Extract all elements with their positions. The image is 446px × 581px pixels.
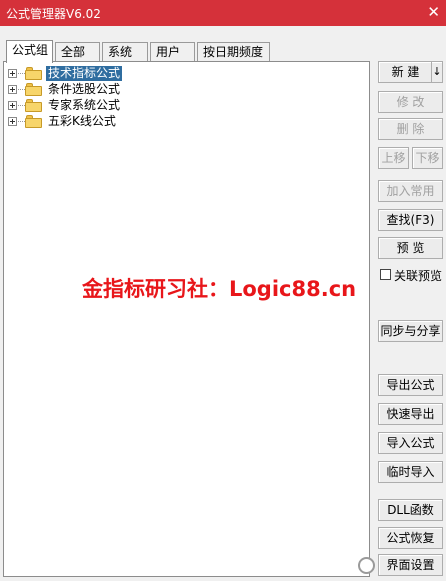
ui-settings-button[interactable]: 界面设置 [378,554,443,576]
logo-icon [358,557,375,574]
delete-button[interactable]: 删 除 [378,118,443,140]
tab-all[interactable]: 全部 [55,42,100,62]
linked-preview-checkbox[interactable] [380,269,391,280]
new-dropdown-arrow-icon[interactable]: ↓ [431,62,442,82]
move-up-button[interactable]: 上移 [378,147,409,169]
watermark-logo [358,556,378,576]
tab-by-date-frequency[interactable]: 按日期频度 [197,42,270,62]
formula-tree[interactable]: 技术指标公式 条件选股公式 专家系统公式 五彩K线公式 [3,61,370,577]
expand-icon[interactable] [8,85,17,94]
import-formula-button[interactable]: 导入公式 [378,432,443,454]
quick-export-button[interactable]: 快速导出 [378,403,443,425]
linked-preview-label: 关联预览 [394,269,443,283]
tree-connector [18,121,25,122]
sync-share-button[interactable]: 同步与分享 [378,320,443,342]
folder-icon [25,83,42,96]
add-to-common-button[interactable]: 加入常用 [378,180,443,202]
tab-system[interactable]: 系统 [102,42,148,62]
tree-connector [18,73,25,74]
tree-item-label: 技术指标公式 [46,66,123,81]
folder-icon [25,115,42,128]
folder-icon [25,67,42,80]
folder-icon [25,99,42,112]
expand-icon[interactable] [8,101,17,110]
tab-formula-group[interactable]: 公式组 [6,40,53,63]
watermark-text: 金指标研习社：Logic88.cn [82,277,357,301]
modify-button[interactable]: 修 改 [378,91,443,113]
expand-icon[interactable] [8,117,17,126]
export-formula-button[interactable]: 导出公式 [378,374,443,396]
temp-import-button[interactable]: 临时导入 [378,461,443,483]
tree-item-label: 条件选股公式 [48,82,121,96]
tree-connector [18,89,25,90]
new-button[interactable]: 新 建 ↓ [378,61,443,83]
tree-item-label: 五彩K线公式 [48,114,116,128]
restore-formula-button[interactable]: 公式恢复 [378,527,443,549]
close-icon[interactable]: ✕ [427,3,440,21]
find-button[interactable]: 查找(F3) [378,209,443,231]
tree-connector [18,105,25,106]
move-down-button[interactable]: 下移 [412,147,443,169]
window-title: 公式管理器V6.02 [6,7,101,21]
title-bar: 公式管理器V6.02 ✕ [0,0,446,26]
expand-icon[interactable] [8,69,17,78]
dll-function-button[interactable]: DLL函数 [378,499,443,521]
new-button-label: 新 建 [391,65,420,79]
preview-button[interactable]: 预 览 [378,237,443,259]
tree-item-label: 专家系统公式 [48,98,121,112]
tab-user[interactable]: 用户 [150,42,195,62]
